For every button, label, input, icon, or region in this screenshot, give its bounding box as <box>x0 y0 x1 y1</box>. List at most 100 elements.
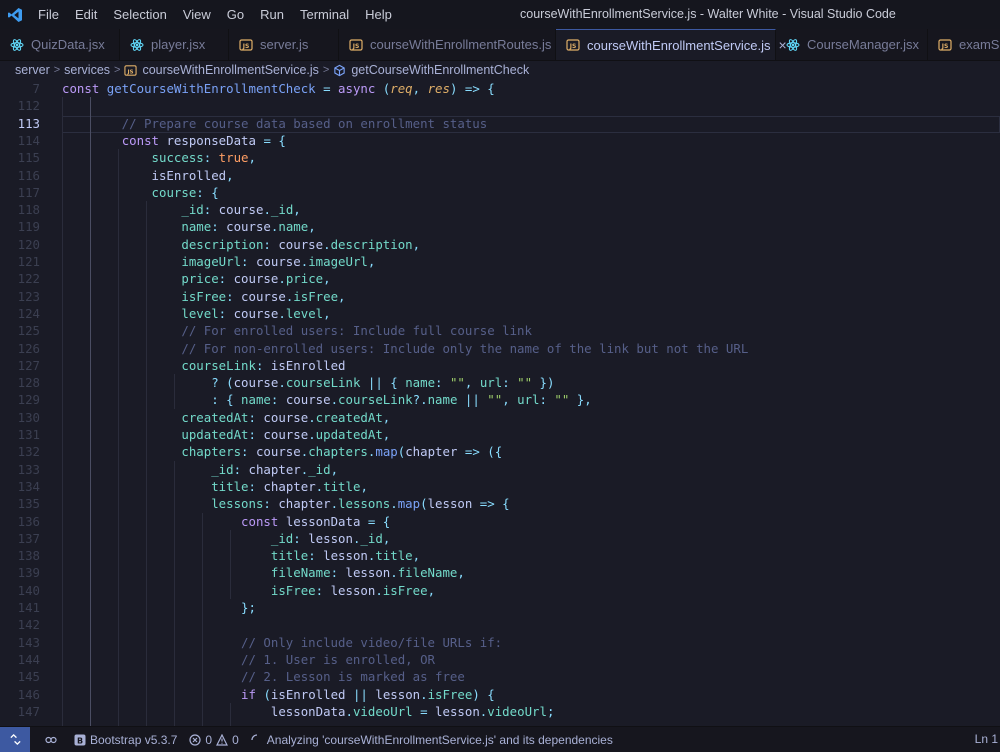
menu-bar: File Edit Selection View Go Run Terminal… <box>30 0 400 29</box>
menu-terminal[interactable]: Terminal <box>292 0 357 29</box>
js-icon: JS <box>239 38 253 52</box>
code-line[interactable]: 114 const responseData = { <box>0 132 1000 149</box>
menu-run[interactable]: Run <box>252 0 292 29</box>
code-line[interactable]: 136 const lessonData = { <box>0 513 1000 530</box>
code-token: courseLink <box>181 357 256 373</box>
tab-coursewithenrollmentservice[interactable]: JS courseWithEnrollmentService.js × <box>556 29 787 60</box>
code-line[interactable]: 146 if (isEnrolled || lesson.isFree) { <box>0 686 1000 703</box>
code-line[interactable]: 124 level: course.level, <box>0 305 1000 322</box>
bootstrap-status[interactable]: B Bootstrap v5.3.7 <box>74 733 177 747</box>
code-line[interactable]: 142 <box>0 616 1000 633</box>
code-line[interactable]: 131 updatedAt: course.updatedAt, <box>0 426 1000 443</box>
code-line[interactable]: 117 course: { <box>0 184 1000 201</box>
line-number: 116 <box>17 167 40 183</box>
tab-label: QuizData.jsx <box>31 37 105 52</box>
code-line[interactable]: 112 <box>0 97 1000 114</box>
line-code: title: chapter.title, <box>62 478 368 495</box>
code-line[interactable]: 134 title: chapter.title, <box>0 478 1000 495</box>
breadcrumb-server[interactable]: server <box>15 63 50 77</box>
line-number: 132 <box>17 444 40 460</box>
line-code: const lessonData = { <box>62 513 390 530</box>
code-line[interactable]: 132 chapters: course.chapters.map(chapte… <box>0 443 1000 460</box>
tab-server[interactable]: JS server.js <box>229 29 339 60</box>
code-line[interactable]: 115 success: true, <box>0 149 1000 166</box>
remote-indicator-icon[interactable] <box>0 727 30 752</box>
line-number: 125 <box>17 323 40 339</box>
menu-help[interactable]: Help <box>357 0 400 29</box>
code-line[interactable]: 119 name: course.name, <box>0 218 1000 235</box>
breadcrumb-services[interactable]: services <box>64 63 110 77</box>
code-line[interactable]: 113 // Prepare course data based on enro… <box>0 115 1000 132</box>
menu-file[interactable]: File <box>30 0 67 29</box>
line-number: 143 <box>17 634 40 650</box>
code-token: . <box>308 427 316 442</box>
menu-view[interactable]: View <box>175 0 219 29</box>
code-token: : <box>293 530 309 546</box>
code-line[interactable]: 144 // 1. User is enrolled, OR <box>0 651 1000 668</box>
code-line[interactable]: 145 // 2. Lesson is marked as free <box>0 668 1000 685</box>
code-line[interactable]: 126 // For non-enrolled users: Include o… <box>0 340 1000 357</box>
breadcrumb-symbol[interactable]: getCourseWithEnrollmentCheck <box>351 63 529 77</box>
code-token: , <box>382 409 391 425</box>
code-line[interactable]: 143 // Only include video/file URLs if: <box>0 634 1000 651</box>
code-line[interactable]: 118 _id: course._id, <box>0 201 1000 218</box>
code-line[interactable]: 125 // For enrolled users: Include full … <box>0 322 1000 339</box>
code-line[interactable]: 120 description: course.description, <box>0 236 1000 253</box>
code-token: isEnrolled <box>62 167 227 183</box>
code-line[interactable]: 138 title: lesson.title, <box>0 547 1000 564</box>
code-token: => { <box>472 496 510 512</box>
code-token: , <box>338 288 346 304</box>
error-count: 0 <box>205 732 213 747</box>
code-token: async <box>338 81 383 96</box>
tab-quizdata[interactable]: QuizData.jsx <box>0 29 120 60</box>
code-line[interactable]: 140 isFree: lesson.isFree, <box>0 582 1000 599</box>
code-line[interactable]: 121 imageUrl: course.imageUrl, <box>0 253 1000 270</box>
code-line[interactable]: 147 lessonData.videoUrl = lesson.videoUr… <box>0 703 1000 720</box>
code-line[interactable]: 128 ? (course.courseLink || { name: "", … <box>0 374 1000 391</box>
line-code: course: { <box>62 184 219 201</box>
code-line[interactable]: 137 _id: lesson._id, <box>0 530 1000 547</box>
line-code: const responseData = { <box>62 132 286 149</box>
code-token: lesson <box>330 582 376 598</box>
code-token: // Only include video/file URLs if: <box>62 634 503 650</box>
code-token: = <box>315 81 339 96</box>
code-line[interactable]: 122 price: course.price, <box>0 270 1000 287</box>
tab-player[interactable]: player.jsx <box>120 29 229 60</box>
menu-go[interactable]: Go <box>219 0 252 29</box>
code-line[interactable]: 116 isEnrolled, <box>0 167 1000 184</box>
code-token: updatedAt <box>315 427 383 442</box>
cursor-position[interactable]: Ln 1 <box>975 727 1000 752</box>
code-line[interactable]: 7 const getCourseWithEnrollmentCheck = as… <box>0 80 1000 97</box>
menu-selection[interactable]: Selection <box>105 0 174 29</box>
code-token: isFree <box>293 288 339 304</box>
tab-examse[interactable]: JS examSe <box>928 29 1000 60</box>
code-token: "" <box>517 375 533 391</box>
code-token: : <box>270 392 286 408</box>
code-line[interactable]: 127 courseLink: isEnrolled <box>0 357 1000 374</box>
code-token: . <box>345 703 353 719</box>
problems-status[interactable]: 0 0 <box>189 732 239 747</box>
code-line[interactable]: 139 fileName: lesson.fileName, <box>0 564 1000 581</box>
menu-edit[interactable]: Edit <box>67 0 105 29</box>
code-token: level <box>285 305 324 321</box>
code-line[interactable]: 130 createdAt: course.createdAt, <box>0 409 1000 426</box>
code-line[interactable]: 129 : { name: course.courseLink?.name ||… <box>0 391 1000 408</box>
line-code: if (isEnrolled || lesson.isFree) { <box>62 686 495 703</box>
line-code: lessons: chapter.lessons.map(lesson => { <box>62 495 510 512</box>
breadcrumb-file[interactable]: courseWithEnrollmentService.js <box>142 63 318 77</box>
line-code: price: course.price, <box>62 270 330 287</box>
tab-label: courseWithEnrollmentRoutes.js <box>370 37 552 52</box>
code-line[interactable]: 123 isFree: course.isFree, <box>0 288 1000 305</box>
copilot-status[interactable] <box>44 734 62 746</box>
code-line[interactable]: 133 _id: chapter._id, <box>0 461 1000 478</box>
code-line[interactable]: 135 lessons: chapter.lessons.map(lesson … <box>0 495 1000 512</box>
code-token: _id <box>211 461 234 477</box>
code-editor[interactable]: 7 const getCourseWithEnrollmentCheck = as… <box>0 80 1000 726</box>
code-token: title <box>323 478 361 494</box>
tab-coursemanager[interactable]: CourseManager.jsx <box>776 29 928 60</box>
tab-coursewithenrollmentroutes[interactable]: JS courseWithEnrollmentRoutes.js <box>339 29 556 60</box>
code-line[interactable]: 141 }; <box>0 599 1000 616</box>
